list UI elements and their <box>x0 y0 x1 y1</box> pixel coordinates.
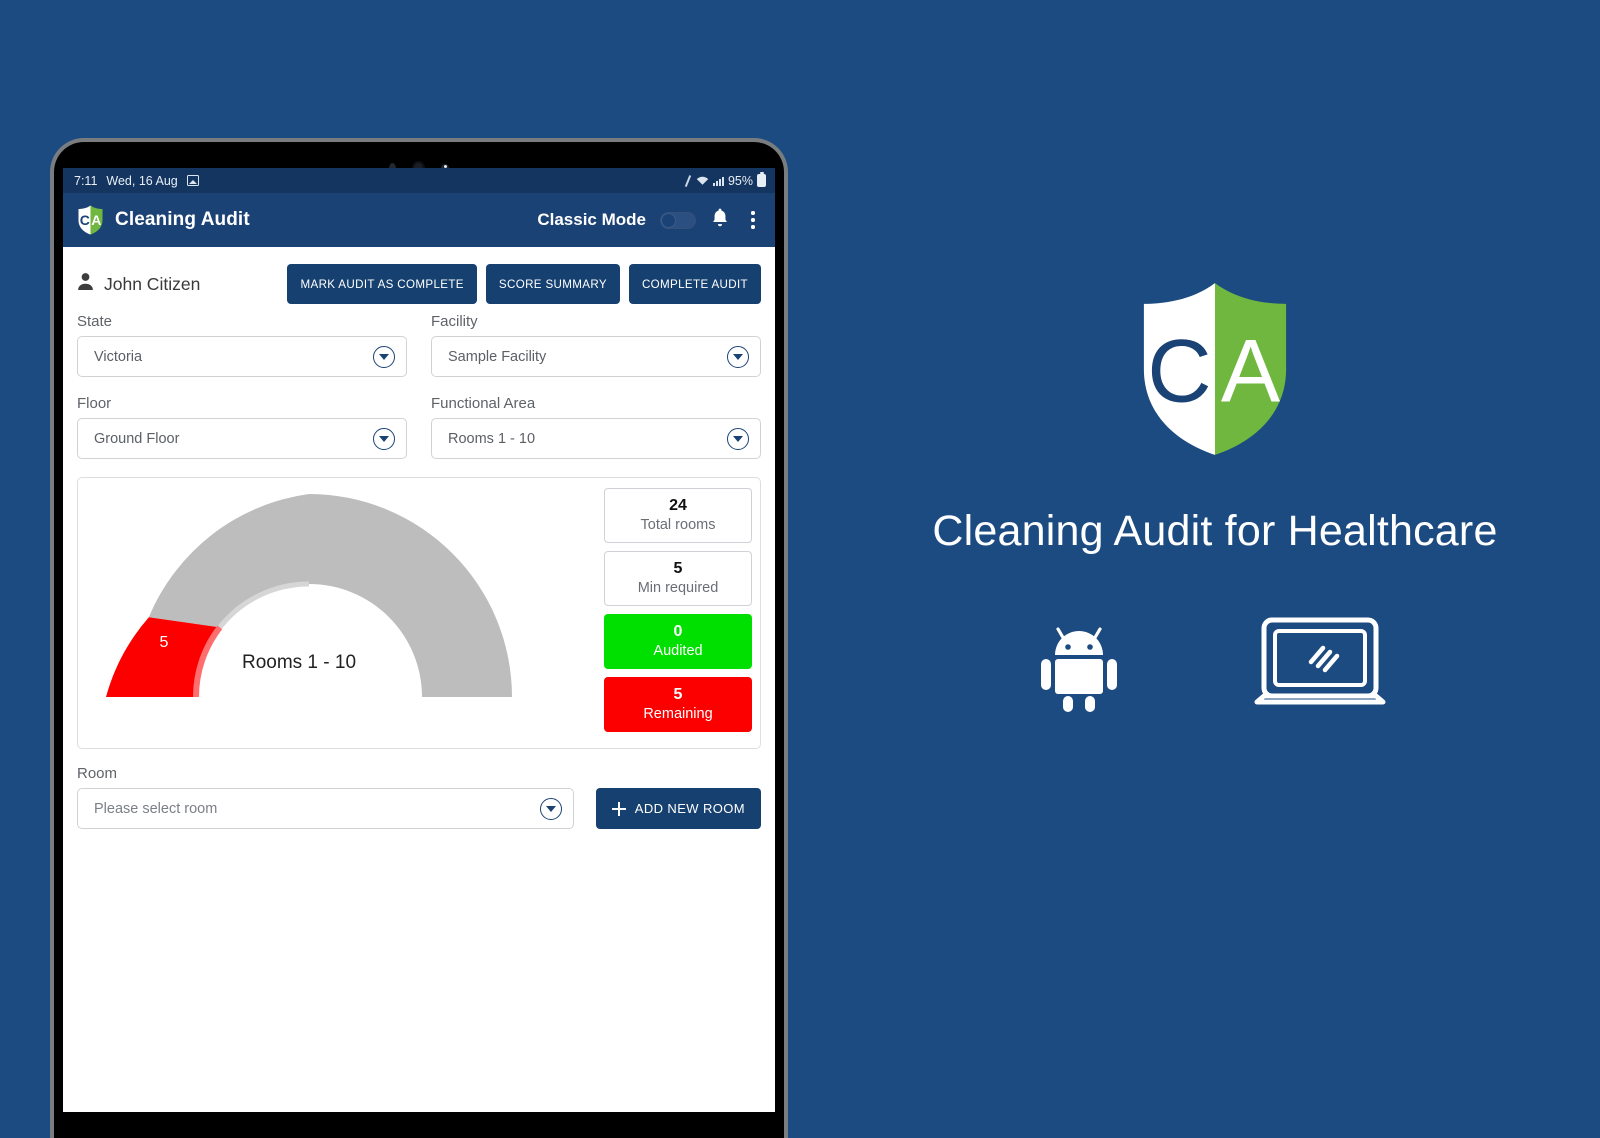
android-icon <box>1039 620 1119 717</box>
tablet-bezel: 7:11 Wed, 16 Aug 95% C A Cleaning Audit … <box>54 142 784 1138</box>
app-brand: C A Cleaning Audit <box>77 205 250 235</box>
android-status-bar: 7:11 Wed, 16 Aug 95% <box>63 168 775 193</box>
facility-value: Sample Facility <box>448 348 547 365</box>
room-select[interactable]: Please select room <box>77 788 574 829</box>
brand-title: Cleaning Audit for Healthcare <box>932 507 1498 555</box>
functional-area-field-group: Functional Area Rooms 1 - 10 <box>431 395 761 477</box>
floor-field-group: Floor Ground Floor <box>77 395 407 477</box>
gauge-segment-value: 5 <box>160 634 169 651</box>
add-new-room-button[interactable]: ADD NEW ROOM <box>595 788 761 829</box>
stat-min-required: 5 Min required <box>604 551 752 606</box>
state-value: Victoria <box>94 348 143 365</box>
stat-label: Remaining <box>643 706 713 723</box>
facility-label: Facility <box>431 313 478 330</box>
screenshot-icon <box>186 175 199 186</box>
score-summary-button[interactable]: SCORE SUMMARY <box>485 264 620 304</box>
stat-value: 5 <box>673 686 683 704</box>
classic-mode-toggle[interactable] <box>660 211 696 229</box>
signal-bars-icon <box>712 176 724 186</box>
svg-text:A: A <box>91 212 101 228</box>
stat-remaining: 5 Remaining <box>604 677 752 732</box>
current-user: John Citizen <box>77 272 200 296</box>
shield-ca-logo-icon: C A <box>77 205 104 235</box>
svg-text:A: A <box>1221 322 1281 421</box>
audit-form: John Citizen MARK AUDIT AS COMPLETE SCOR… <box>63 247 775 829</box>
app-bar: C A Cleaning Audit Classic Mode <box>63 193 775 247</box>
selection-fields: State Victoria Facility Sample Facility <box>77 313 761 477</box>
complete-audit-button[interactable]: COMPLETE AUDIT <box>628 264 761 304</box>
wifi-icon <box>696 175 709 186</box>
tablet-device-frame: 7:11 Wed, 16 Aug 95% C A Cleaning Audit … <box>50 138 788 1138</box>
status-bar-date: Wed, 16 Aug <box>106 173 178 188</box>
user-and-actions-row: John Citizen MARK AUDIT AS COMPLETE SCOR… <box>77 261 761 307</box>
stat-value: 24 <box>669 497 687 515</box>
audit-action-buttons: MARK AUDIT AS COMPLETE SCORE SUMMARY COM… <box>287 264 761 304</box>
bell-icon[interactable] <box>710 206 730 234</box>
stat-value: 0 <box>673 623 683 641</box>
chevron-down-icon[interactable] <box>727 427 749 450</box>
mute-slash-icon <box>683 175 692 187</box>
chevron-down-icon[interactable] <box>373 427 395 450</box>
state-select[interactable]: Victoria <box>77 336 407 377</box>
chevron-down-icon[interactable] <box>727 345 749 368</box>
shield-ca-logo-icon: C A <box>1135 280 1295 463</box>
mark-audit-as-complete-button[interactable]: MARK AUDIT AS COMPLETE <box>287 264 477 304</box>
battery-icon <box>757 172 766 187</box>
person-icon <box>77 272 94 296</box>
functional-area-value: Rooms 1 - 10 <box>448 430 536 447</box>
gauge-center-label: Rooms 1 - 10 <box>241 652 357 673</box>
audit-stats-list: 24 Total rooms 5 Min required 0 Audited <box>604 484 752 742</box>
plus-icon <box>611 801 626 816</box>
stat-audited: 0 Audited <box>604 614 752 669</box>
state-label: State <box>77 313 113 330</box>
battery-percent-label: 95% <box>727 173 753 188</box>
room-selection-row: Room Please select room ADD NEW ROOM <box>77 765 761 829</box>
platform-icons <box>1039 616 1391 721</box>
floor-value: Ground Floor <box>94 430 180 447</box>
room-label: Room <box>77 765 118 782</box>
app-title: Cleaning Audit <box>115 209 250 230</box>
kebab-menu-icon[interactable] <box>744 209 762 231</box>
stat-total-rooms: 24 Total rooms <box>604 488 752 543</box>
add-new-room-label: ADD NEW ROOM <box>634 801 745 816</box>
svg-text:C: C <box>80 212 90 228</box>
stat-label: Total rooms <box>640 517 716 534</box>
facility-select[interactable]: Sample Facility <box>431 336 761 377</box>
facility-field-group: Facility Sample Facility <box>431 313 761 395</box>
classic-mode-label: Classic Mode <box>537 210 646 229</box>
user-name: John Citizen <box>104 273 201 294</box>
laptop-icon <box>1249 616 1391 721</box>
svg-text:C: C <box>1147 322 1211 421</box>
state-field-group: State Victoria <box>77 313 407 395</box>
status-bar-time: 7:11 <box>74 173 98 188</box>
chevron-down-icon[interactable] <box>373 345 395 368</box>
stat-value: 5 <box>673 560 683 578</box>
chevron-down-icon[interactable] <box>539 797 562 820</box>
functional-area-select[interactable]: Rooms 1 - 10 <box>431 418 761 459</box>
floor-label: Floor <box>77 395 112 412</box>
floor-select[interactable]: Ground Floor <box>77 418 407 459</box>
functional-area-label: Functional Area <box>431 395 536 412</box>
audit-progress-card: 5 Rooms 1 - 10 24 Total rooms 5 Min requ… <box>77 477 761 749</box>
gauge-chart: 5 Rooms 1 - 10 <box>84 484 604 742</box>
brand-panel: C A Cleaning Audit for Healthcare <box>830 0 1600 1100</box>
room-value: Please select room <box>94 800 218 817</box>
stat-label: Audited <box>653 643 703 660</box>
stat-label: Min required <box>637 580 719 597</box>
room-field-group: Room Please select room <box>77 765 574 829</box>
tablet-screen: 7:11 Wed, 16 Aug 95% C A Cleaning Audit … <box>63 168 775 1112</box>
